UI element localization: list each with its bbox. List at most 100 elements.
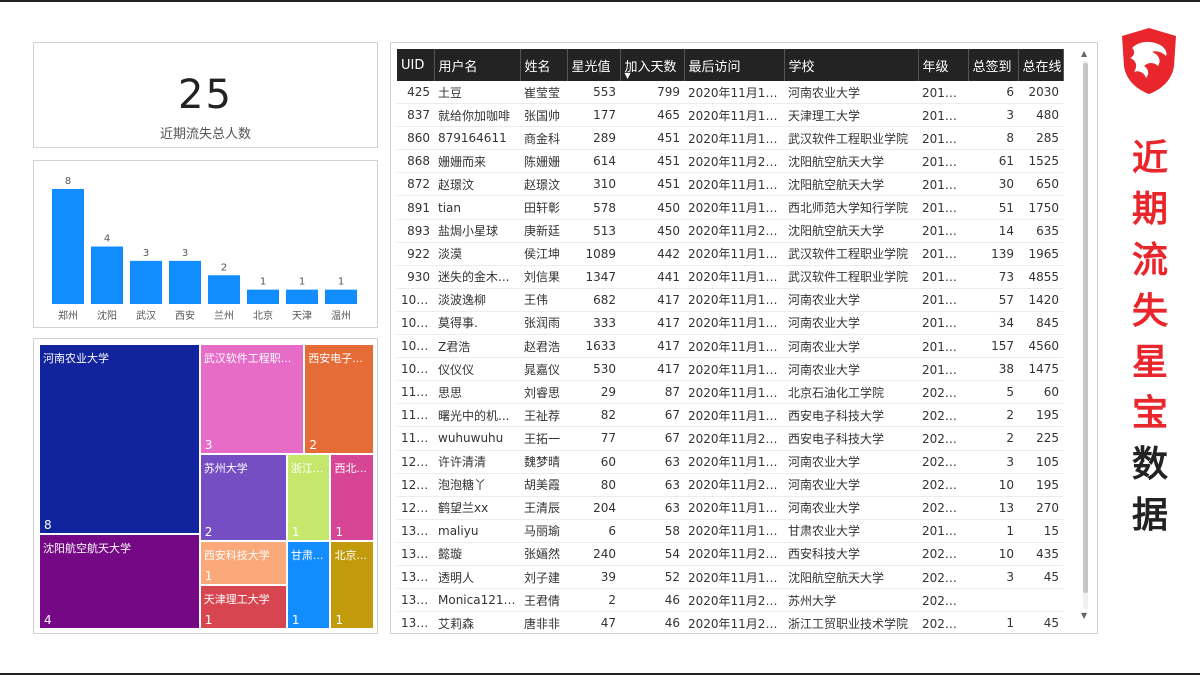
table-scrollbar[interactable]: ▲ ▼ xyxy=(1081,49,1089,625)
table-cell: 930 xyxy=(397,265,434,289)
table-cell: 武汉软件工程职业学院 xyxy=(784,126,918,151)
x-tick-label: 沈阳 xyxy=(97,309,117,322)
column-header[interactable]: 学校 xyxy=(784,49,919,81)
bar-北京[interactable] xyxy=(247,289,279,304)
column-header[interactable]: 加入天数 ▼ xyxy=(620,49,685,81)
table-row[interactable]: 1275 鹤望兰xx 王清辰 204 63 2020年11月19日 河南农业大学 2020级 1… xyxy=(397,496,1063,520)
table-cell: 西安电子科技大学 xyxy=(784,426,918,451)
treemap-cell[interactable]: 西北... 1 xyxy=(330,453,374,542)
table-cell: 2020级 xyxy=(918,565,968,590)
treemap-cell[interactable]: 北京... 1 xyxy=(330,541,374,629)
treemap-cell-label: 浙江... xyxy=(290,461,324,475)
column-header[interactable]: 用户名 xyxy=(434,49,521,81)
title-char: 星 xyxy=(1131,342,1168,383)
table-row[interactable]: 1183 wuhuwuhu 王拓一 77 67 2020年11月20日 西安电子科技大学 20… xyxy=(397,426,1063,451)
table-cell: 2020年11月19日 xyxy=(684,288,784,312)
user-table[interactable]: UID 用户名 姓名 星光值 加入天数 ▼ 最后访问 学校 年级 总签到 总在线 425 土豆 崔莹莹 5… xyxy=(397,49,1064,633)
table-row[interactable]: 1036 淡波逸柳 王伟 682 417 2020年11月19日 河南农业大学 2019级 57… xyxy=(397,288,1063,312)
table-row[interactable]: 1268 泡泡糖丫 胡美霞 80 63 2020年11月20日 河南农业大学 2020级 10 1… xyxy=(397,473,1063,497)
table-cell: 2019级 xyxy=(918,242,968,266)
bar-天津[interactable] xyxy=(286,289,318,304)
table-cell: 13 xyxy=(968,496,1018,520)
scroll-down-icon[interactable]: ▼ xyxy=(1081,611,1087,620)
treemap-cell[interactable]: 甘肃... 1 xyxy=(286,541,331,629)
treemap-cell-label: 河南农业大学 xyxy=(43,352,109,365)
table-cell: 盐焗小星球 xyxy=(434,219,520,243)
table-row[interactable]: 868 姗姗而来 陈姗姗 614 451 2020年11月20日 沈阳航空航天大学 2019级… xyxy=(397,149,1063,174)
treemap-cell[interactable]: 河南农业大学 8 xyxy=(39,344,200,534)
table-row[interactable]: 837 就给你加咖啡 张国帅 177 465 2020年11月19日 天津理工大学 2018级… xyxy=(397,103,1063,128)
table-cell: 1275 xyxy=(397,496,434,520)
treemap-cell[interactable]: 武汉软件工程职... 3 xyxy=(199,344,305,454)
table-cell: 2020年11月20日 xyxy=(684,611,784,633)
treemap-cell[interactable]: 沈阳航空航天大学 4 xyxy=(39,534,200,629)
table-row[interactable]: 1258 许许清清 魏梦晴 60 63 2020年11月15日 河南农业大学 2020级 3 10… xyxy=(397,450,1063,474)
table-row[interactable]: 1308 maliyu 马丽瑜 6 58 2020年11月15日 甘肃农业大学 2019级 1 1… xyxy=(397,519,1063,543)
table-cell: 4855 xyxy=(1018,265,1063,289)
bar-兰州[interactable] xyxy=(208,275,240,304)
table-row[interactable]: 1066 仪仪仪 晁嘉仪 530 417 2020年11月19日 河南农业大学 2019级 38… xyxy=(397,357,1063,382)
column-header[interactable]: 最后访问 xyxy=(684,49,785,81)
school-treemap-panel[interactable]: 河南农业大学 8 沈阳航空航天大学 4 武汉软件工程职... 3 西安电子... 2 苏州大学 2… xyxy=(33,338,378,634)
scrollbar-thumb[interactable] xyxy=(1083,63,1088,593)
treemap-cell-label: 武汉软件工程职... xyxy=(203,352,292,365)
bar-沈阳[interactable] xyxy=(91,246,123,305)
table-cell: 1323 xyxy=(397,565,434,590)
column-header[interactable]: 总签到 xyxy=(968,49,1019,81)
table-cell: 王清辰 xyxy=(520,496,567,520)
treemap-cell[interactable]: 西安科技大学 1 xyxy=(199,541,287,586)
table-cell: 837 xyxy=(397,103,434,128)
table-row[interactable]: 1336 Monica12138 王君倩 2 46 2020年11月20日 苏州大学 2020… xyxy=(397,588,1063,613)
column-header-label: 姓名 xyxy=(524,59,551,75)
user-table-panel[interactable]: UID 用户名 姓名 星光值 加入天数 ▼ 最后访问 学校 年级 总签到 总在线 425 土豆 崔莹莹 5… xyxy=(390,42,1098,634)
table-cell: 2018级 xyxy=(918,126,968,151)
table-cell: wuhuwuhu xyxy=(434,426,520,451)
table-row[interactable]: 1323 透明人 刘子建 39 52 2020年11月16日 沈阳航空航天大学 2020级 3 4… xyxy=(397,565,1063,590)
column-header-label: 学校 xyxy=(788,59,815,75)
column-header[interactable]: 总在线 xyxy=(1018,49,1064,81)
table-row[interactable]: 930 迷失的金木... 刘信果 1347 441 2020年11月15日 武汉软件工程职业… xyxy=(397,265,1063,289)
scroll-up-icon[interactable]: ▲ xyxy=(1081,49,1087,58)
column-header[interactable]: UID xyxy=(397,49,435,81)
table-cell: 240 xyxy=(567,542,620,566)
table-cell: 赵君浩 xyxy=(520,334,567,359)
treemap-cell-value: 2 xyxy=(309,437,317,452)
table-row[interactable]: 1169 思思 刘睿思 29 87 2020年11月17日 北京石油化工学院 2020级 5 60 xyxy=(397,380,1063,405)
treemap-cell[interactable]: 天津理工大学 1 xyxy=(199,585,287,629)
table-row[interactable]: 922 淡漠 侯江坤 1089 442 2020年11月15日 武汉软件工程职业学院 2019… xyxy=(397,242,1063,266)
column-header[interactable]: 姓名 xyxy=(520,49,568,81)
table-cell: 845 xyxy=(1018,311,1063,336)
table-row[interactable]: 425 土豆 崔莹莹 553 799 2020年11月19日 河南农业大学 2018级 6 203… xyxy=(397,81,1063,105)
table-cell: 武汉软件工程职业学院 xyxy=(784,265,918,289)
table-row[interactable]: 893 盐焗小星球 庚新廷 513 450 2020年11月20日 沈阳航空航天大学 2019… xyxy=(397,219,1063,243)
table-row[interactable]: 1053 Z君浩 赵君浩 1633 417 2020年11月19日 河南农业大学 2019级 1… xyxy=(397,334,1063,359)
treemap-cell[interactable]: 苏州大学 2 xyxy=(199,453,287,542)
bar-武汉[interactable] xyxy=(130,260,162,304)
school-treemap[interactable]: 河南农业大学 8 沈阳航空航天大学 4 武汉软件工程职... 3 西安电子... 2 苏州大学 2… xyxy=(39,344,374,629)
column-header[interactable]: 星光值 xyxy=(567,49,621,81)
bar-温州[interactable] xyxy=(325,289,357,304)
table-cell: 浙江工贸职业技术学院 xyxy=(784,611,918,633)
table-row[interactable]: 1339 艾莉森 唐非非 47 46 2020年11月20日 浙江工贸职业技术学院 2020级… xyxy=(397,611,1063,633)
table-cell: 淡波逸柳 xyxy=(434,288,520,312)
table-row[interactable]: 872 赵璟汶 赵璟汶 310 451 2020年11月18日 沈阳航空航天大学 2019级 3… xyxy=(397,172,1063,197)
bar-西安[interactable] xyxy=(169,260,201,304)
table-row[interactable]: 860 879164611 商金科 289 451 2020年11月15日 武汉软件工程职业… xyxy=(397,126,1063,151)
sort-descending-icon[interactable]: ▼ xyxy=(625,71,631,80)
treemap-cell[interactable]: 浙江... 1 xyxy=(286,453,331,542)
table-cell: 刘信果 xyxy=(520,265,567,289)
table-row[interactable]: 1181 曙光中的机... 王祉荐 82 67 2020年11月19日 西安电子科技大学 20… xyxy=(397,403,1063,428)
table-row[interactable]: 891 tian 田轩彰 578 450 2020年11月19日 西北师范大学知行学院 201… xyxy=(397,195,1063,220)
bar-郑州[interactable] xyxy=(52,189,84,304)
kpi-card[interactable]: 25 近期流失总人数 xyxy=(33,42,378,148)
column-header[interactable]: 年级 xyxy=(918,49,969,81)
table-cell: 河南农业大学 xyxy=(784,496,918,520)
table-cell: 武汉软件工程职业学院 xyxy=(784,242,918,266)
table-row[interactable]: 1051 莫得事. 张润雨 333 417 2020年11月19日 河南农业大学 2019级 3… xyxy=(397,311,1063,336)
city-bar-chart[interactable]: 8 郑州 4 沈阳 3 武汉 3 西安 2 兰州 1 北京 1 天津 1 温州 xyxy=(34,161,377,327)
table-row[interactable]: 1320 懿璇 张婳然 240 54 2020年11月21日 西安科技大学 2020级 10 43… xyxy=(397,542,1063,566)
city-bar-chart-panel[interactable]: 8 郑州 4 沈阳 3 武汉 3 西安 2 兰州 1 北京 1 天津 1 温州 xyxy=(33,160,378,328)
treemap-cell[interactable]: 西安电子... 2 xyxy=(304,344,374,454)
treemap-cell-value: 4 xyxy=(44,613,52,627)
table-cell: 1089 xyxy=(567,242,620,266)
